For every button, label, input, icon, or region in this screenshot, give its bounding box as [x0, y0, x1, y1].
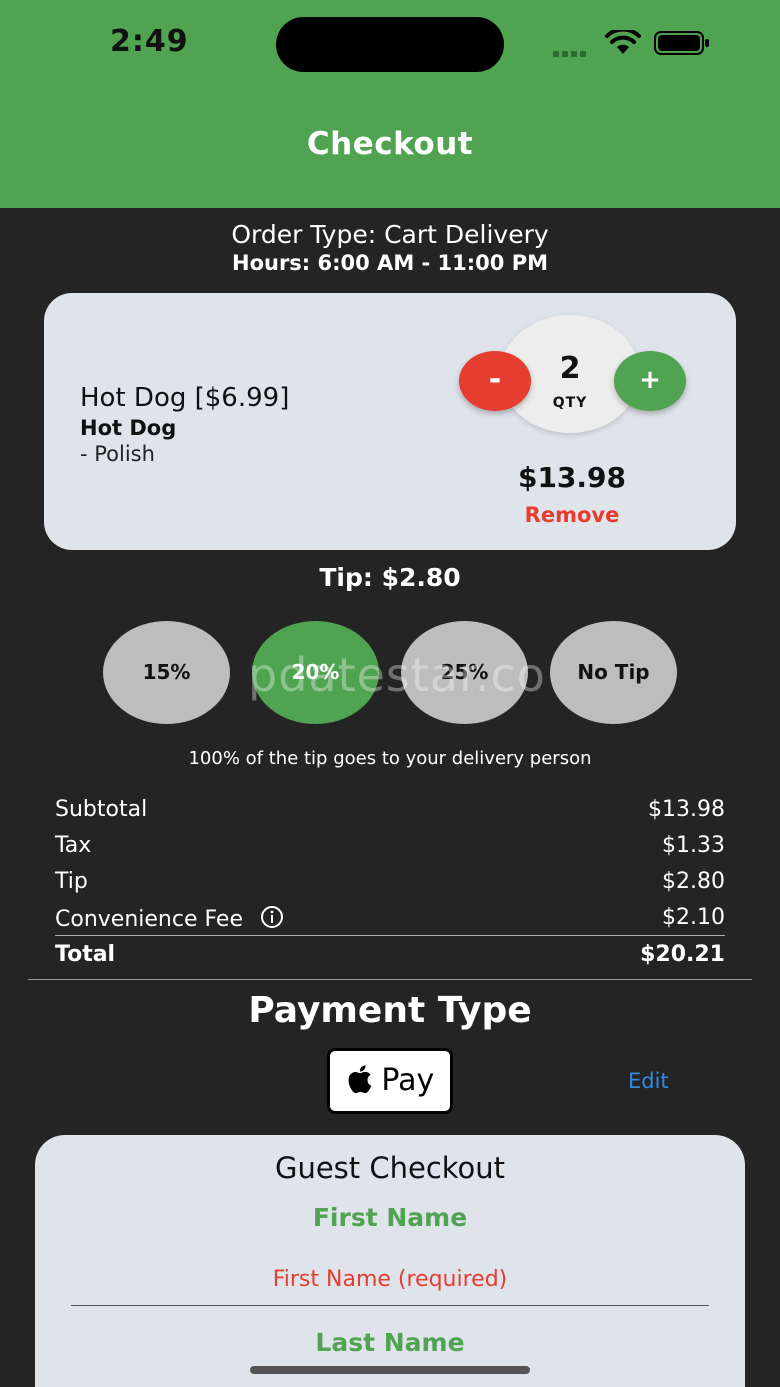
summary-value: $13.98 — [648, 797, 725, 822]
payment-type-heading: Payment Type — [248, 990, 532, 1031]
increase-quantity-button[interactable]: + — [614, 351, 686, 411]
summary-row-total: Total $20.21 — [55, 942, 725, 967]
summary-value: $1.33 — [662, 833, 725, 858]
status-time: 2:49 — [110, 24, 189, 59]
cart-item-card: Hot Dog [$6.99] Hot Dog - Polish 2 QTY -… — [44, 293, 736, 550]
tip-note: 100% of the tip goes to your delivery pe… — [188, 748, 592, 769]
summary-label: Convenience Fee — [55, 907, 243, 932]
wifi-icon — [604, 27, 642, 60]
guest-checkout-card: Guest Checkout First Name Last Name — [35, 1135, 745, 1387]
summary-divider — [55, 935, 725, 936]
app-header: 2:49 Checkout — [0, 0, 780, 208]
item-price: $13.98 — [517, 461, 627, 494]
home-indicator[interactable] — [250, 1366, 530, 1374]
total-value: $20.21 — [640, 942, 725, 967]
section-divider — [28, 979, 752, 980]
dynamic-island — [276, 17, 504, 72]
page-title: Checkout — [306, 126, 474, 162]
apple-pay-button[interactable]: Pay — [327, 1048, 453, 1114]
info-icon[interactable] — [260, 905, 284, 935]
first-name-label: First Name — [312, 1203, 468, 1232]
apple-logo-icon — [346, 1063, 382, 1098]
summary-value: $2.10 — [662, 905, 725, 930]
tip-option-15[interactable]: 15% — [103, 621, 230, 724]
tip-option-20[interactable]: 20% — [252, 621, 379, 724]
total-label: Total — [55, 942, 116, 967]
edit-payment-link[interactable]: Edit — [628, 1069, 669, 1093]
guest-checkout-title: Guest Checkout — [274, 1151, 506, 1185]
summary-label: Subtotal — [55, 797, 148, 822]
remove-item-button[interactable]: Remove — [484, 503, 660, 527]
item-modifier: - Polish — [80, 442, 155, 466]
first-name-field[interactable] — [71, 1253, 709, 1306]
summary-row-tax: Tax $1.33 — [55, 833, 725, 858]
item-subtitle: Hot Dog — [80, 416, 177, 440]
decrease-quantity-button[interactable]: - — [459, 351, 531, 411]
summary-row-convenience-fee: Convenience Fee $2.10 — [55, 905, 725, 935]
summary-row-tip: Tip $2.80 — [55, 869, 725, 894]
order-type: Order Type: Cart Delivery — [231, 220, 549, 249]
summary-row-subtotal: Subtotal $13.98 — [55, 797, 725, 822]
order-hours: Hours: 6:00 AM - 11:00 PM — [232, 251, 548, 275]
item-name: Hot Dog [$6.99] — [80, 383, 290, 413]
tip-option-none[interactable]: No Tip — [550, 621, 677, 724]
battery-icon — [654, 31, 710, 55]
last-name-label: Last Name — [315, 1328, 465, 1357]
summary-label: Tax — [55, 833, 92, 858]
cellular-signal-icon — [553, 42, 589, 61]
apple-pay-label: Pay — [381, 1063, 435, 1098]
summary-label: Tip — [55, 869, 88, 894]
tip-option-25[interactable]: 25% — [401, 621, 528, 724]
summary-value: $2.80 — [662, 869, 725, 894]
tip-heading: Tip: $2.80 — [319, 563, 461, 592]
